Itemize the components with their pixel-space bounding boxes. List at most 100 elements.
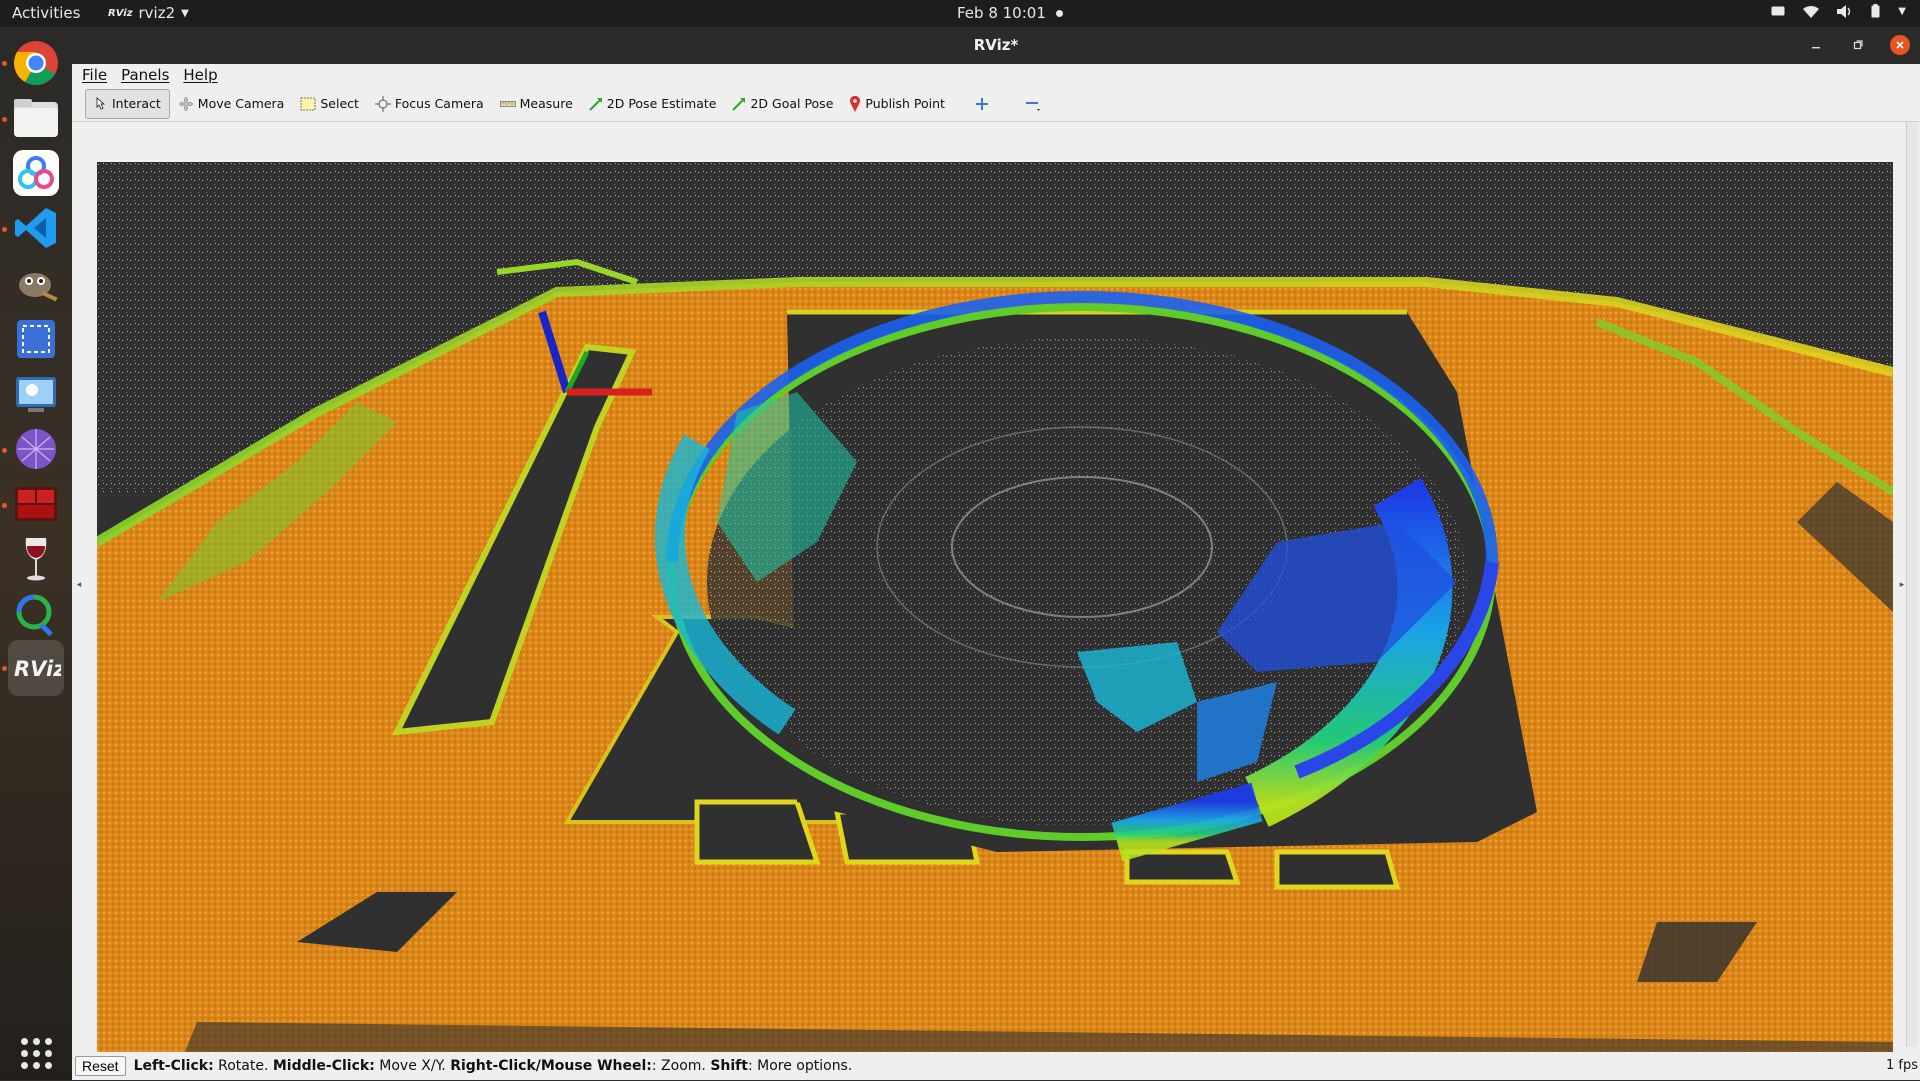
baidu-netdisk-launcher[interactable]	[8, 145, 64, 201]
collapse-left-dock-button[interactable]: ◂	[72, 122, 86, 1047]
show-applications-icon	[20, 1037, 52, 1069]
fps-readout: 1 fps	[1885, 1058, 1918, 1073]
tool-2d-pose-estimate[interactable]: 2D Pose Estimate	[581, 89, 725, 119]
tool-label: Measure	[519, 96, 573, 111]
triangle-right-icon: ▸	[1899, 579, 1905, 590]
add-tool-button[interactable]	[967, 89, 997, 119]
menu-file[interactable]: File	[82, 66, 107, 84]
green-arrow-icon	[732, 97, 746, 111]
app-menu[interactable]: RViz rviz2 ▼	[108, 4, 189, 22]
battery-icon	[1871, 4, 1880, 18]
rviz-icon: RViz	[14, 657, 61, 681]
restore-button[interactable]	[1848, 35, 1868, 55]
select-box-icon	[300, 97, 316, 110]
reset-button[interactable]: Reset	[75, 1056, 126, 1076]
activities-button[interactable]: Activities	[12, 4, 80, 22]
stellarium-icon	[16, 429, 56, 469]
wine-icon	[25, 538, 47, 581]
mouse-hint: Left-Click: Rotate. Middle-Click: Move X…	[134, 1058, 853, 1074]
remove-tool-button[interactable]	[1017, 89, 1049, 119]
status-bar: Reset Left-Click: Rotate. Middle-Click: …	[72, 1052, 1920, 1080]
qt-creator-launcher[interactable]	[8, 586, 64, 642]
tool-label: Focus Camera	[394, 96, 484, 111]
system-monitor-icon	[16, 377, 56, 412]
volume-icon	[1837, 4, 1853, 18]
green-arrow-icon	[589, 97, 602, 111]
chrome-launcher[interactable]	[8, 35, 64, 91]
tool-publish-point[interactable]: Publish Point	[841, 89, 953, 119]
tool-label: Select	[320, 96, 359, 111]
tool-label: Publish Point	[865, 96, 945, 111]
tool-select[interactable]: Select	[292, 89, 367, 119]
3d-render-view[interactable]	[97, 162, 1893, 1072]
system-menu-chevron-icon: ▼	[1898, 5, 1906, 17]
terminator-launcher[interactable]	[8, 476, 64, 532]
hint-text: : More options.	[747, 1058, 853, 1074]
vscode-launcher[interactable]	[8, 200, 64, 256]
clock[interactable]: Feb 8 10:01	[957, 4, 1063, 22]
tool-2d-goal-pose[interactable]: 2D Goal Pose	[724, 89, 841, 119]
minimize-button[interactable]	[1806, 35, 1826, 55]
menu-panels[interactable]: Panels	[121, 66, 169, 84]
menu-bar: File Panels Help	[72, 64, 1920, 86]
point-cloud-scene	[97, 162, 1893, 1072]
hint-key: Shift	[710, 1058, 748, 1074]
map-pin-icon	[850, 95, 861, 112]
svg-text:RViz: RViz	[14, 657, 61, 681]
keyboard-icon	[1771, 6, 1785, 16]
system-monitor-launcher[interactable]	[8, 366, 64, 422]
window-titlebar[interactable]: RViz*	[72, 27, 1920, 64]
qt-creator-icon	[16, 594, 53, 637]
close-button[interactable]	[1890, 35, 1910, 55]
tool-move-camera[interactable]: Move Camera	[170, 89, 293, 119]
interact-cursor-icon	[96, 96, 106, 110]
triangle-left-icon: ◂	[76, 579, 82, 590]
ruler-icon	[499, 100, 516, 107]
hint-key: Left-Click:	[133, 1058, 214, 1074]
running-indicator	[2, 117, 7, 122]
right-scrollbar[interactable]	[1906, 122, 1918, 1047]
tool-label: 2D Pose Estimate	[606, 96, 717, 111]
wine-launcher[interactable]	[8, 531, 64, 587]
tool-measure[interactable]: Measure	[492, 89, 581, 119]
menu-help[interactable]: Help	[183, 66, 217, 84]
tool-focus-camera[interactable]: Focus Camera	[367, 89, 492, 119]
minimize-icon	[1812, 47, 1820, 49]
gnome-top-bar: Activities RViz rviz2 ▼ Feb 8 10:01 ▼	[0, 0, 1920, 27]
tool-bar: Interact Move Camera Select Focus Camera…	[72, 86, 1920, 122]
tool-label: Move Camera	[197, 96, 285, 111]
gimp-icon	[19, 273, 58, 302]
running-indicator	[2, 503, 7, 508]
dock: RViz	[0, 27, 72, 1080]
clock-label: Feb 8 10:01	[957, 4, 1046, 22]
hint-text: Rotate.	[213, 1058, 273, 1074]
system-tray[interactable]: ▼	[1771, 4, 1906, 18]
hint-text: Move X/Y.	[374, 1058, 451, 1074]
screenshot-icon	[17, 320, 55, 358]
tool-interact[interactable]: Interact	[85, 88, 170, 119]
wifi-icon	[1803, 5, 1820, 18]
rviz-launcher[interactable]: RViz	[8, 640, 64, 696]
close-icon	[1896, 41, 1904, 49]
app-menu-label: rviz2	[138, 4, 176, 22]
hint-text: : Zoom.	[651, 1058, 711, 1074]
restore-icon	[1853, 40, 1863, 50]
move-camera-icon	[178, 96, 194, 111]
chevron-down-icon: ▼	[181, 7, 189, 19]
hint-key: Middle-Click:	[272, 1058, 375, 1074]
baidu-netdisk-icon	[13, 150, 59, 196]
focus-camera-icon	[374, 95, 391, 112]
chrome-icon	[14, 41, 58, 85]
window-title: RViz*	[973, 36, 1019, 54]
running-indicator	[2, 666, 7, 671]
gimp-launcher[interactable]	[8, 255, 64, 311]
viewport-area: ◂ ▸	[72, 122, 1920, 1072]
files-launcher[interactable]	[8, 90, 64, 146]
terminator-icon	[15, 487, 57, 521]
stellarium-launcher[interactable]	[8, 421, 64, 477]
running-indicator	[2, 61, 7, 66]
show-applications-button[interactable]	[8, 1025, 64, 1081]
screenshot-launcher[interactable]	[8, 311, 64, 367]
tool-label: 2D Goal Pose	[750, 96, 834, 111]
rviz-window: RViz* File Panels Help Interact Move Cam…	[72, 27, 1920, 1080]
